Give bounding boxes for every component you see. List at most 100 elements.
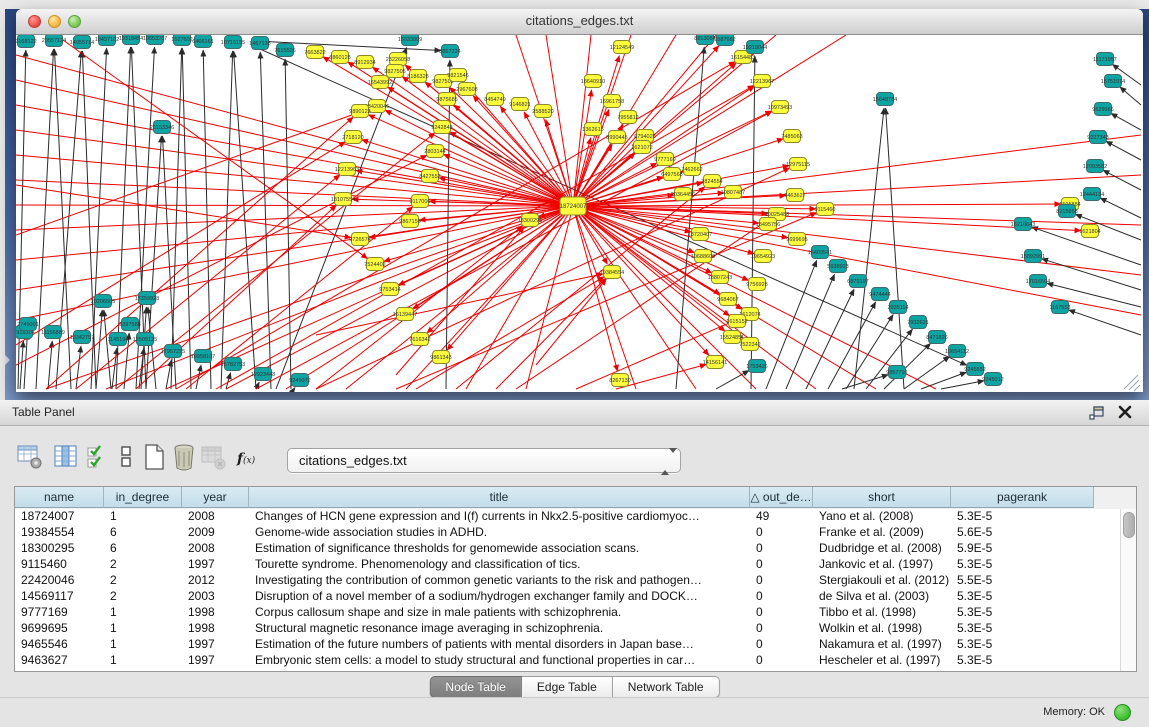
graph-edge[interactable] [1106, 141, 1141, 160]
graph-node[interactable]: 6497568 [661, 168, 682, 181]
table-row[interactable]: 1872400712008Changes of HCN gene express… [15, 509, 1136, 525]
select-all-button[interactable] [84, 442, 112, 472]
citation-graph[interactable]: 1872400776638228860128891293423226058982… [16, 35, 1143, 392]
graph-node[interactable]: 20206505 [91, 295, 115, 308]
graph-edge[interactable] [285, 59, 291, 389]
tab-edge-table[interactable]: Edge Table [522, 676, 613, 698]
graph-node[interactable]: 15751074 [1101, 75, 1125, 88]
table-row[interactable]: 1456911722003Disruption of a novel membe… [15, 589, 1136, 605]
graph-node[interactable]: 2967608 [456, 83, 477, 96]
graph-node[interactable]: 10807487 [721, 186, 745, 199]
graph-node[interactable]: 18807243 [708, 271, 732, 284]
graph-node[interactable]: 10958107 [191, 350, 215, 363]
graph-node[interactable]: 9168122 [16, 35, 37, 48]
graph-edge[interactable] [1111, 113, 1141, 130]
graph-node[interactable]: 8912934 [354, 56, 375, 69]
graph-node[interactable]: 11171957 [1093, 53, 1117, 66]
network-canvas[interactable]: 1872400776638228860128891293423226058982… [16, 35, 1143, 392]
graph-node[interactable]: 20153346 [150, 121, 174, 134]
graph-node[interactable]: 18495756 [756, 218, 780, 231]
graph-node[interactable]: 14055714 [70, 36, 94, 49]
graph-node[interactable]: 10973493 [768, 101, 792, 114]
graph-node[interactable]: 8471826 [926, 331, 947, 344]
graph-edge[interactable] [716, 370, 749, 389]
graph-node[interactable]: 19218044 [743, 41, 767, 54]
table-row[interactable]: 969969511998Structural magnetic resonanc… [15, 621, 1136, 637]
graph-node[interactable]: 12505125 [133, 333, 157, 346]
graph-node[interactable]: 23226058 [386, 53, 410, 66]
graph-edge[interactable] [573, 206, 1141, 275]
graph-node[interactable]: 3824554 [701, 175, 722, 188]
graph-node[interactable]: 16648784 [873, 93, 897, 106]
graph-node[interactable]: 12975115 [786, 158, 810, 171]
graph-edge[interactable] [576, 318, 742, 389]
graph-edge[interactable] [854, 108, 884, 389]
column-header-out_de[interactable]: △ out_de… [750, 487, 813, 508]
graph-node[interactable]: 1615152 [726, 315, 747, 328]
graph-edge[interactable] [616, 364, 706, 389]
graph-edge[interactable] [16, 109, 369, 235]
row-height-button[interactable] [112, 442, 140, 472]
column-header-short[interactable]: short [813, 487, 951, 508]
graph-node[interactable]: 8454749 [484, 93, 505, 106]
graph-node[interactable]: 9242848 [431, 121, 452, 134]
graph-node[interactable]: 9857791 [886, 366, 907, 379]
graph-edge[interactable] [1069, 310, 1141, 335]
graph-node[interactable]: 17359928 [135, 292, 159, 305]
graph-node[interactable]: 12923448 [251, 368, 275, 381]
graph-node[interactable]: 12124549 [610, 41, 634, 54]
graph-node[interactable]: 1145194 [107, 333, 128, 346]
graph-edge[interactable] [496, 278, 606, 389]
tab-node-table[interactable]: Node Table [429, 676, 522, 698]
graph-node[interactable]: 18107554 [331, 193, 355, 206]
new-column-button[interactable] [140, 442, 168, 472]
graph-node[interactable]: 16210643 [1011, 218, 1035, 231]
graph-edge[interactable] [182, 48, 191, 389]
table-row[interactable]: 911546021997Tourette syndrome. Phenomeno… [15, 557, 1136, 573]
close-panel-icon[interactable] [1117, 404, 1133, 420]
scrollbar-thumb[interactable] [1123, 512, 1135, 538]
graph-node[interactable]: 8857224 [439, 45, 460, 58]
table-mode-button[interactable] [16, 442, 44, 472]
graph-node[interactable]: 9867150 [399, 215, 420, 228]
graph-node[interactable]: 20557124 [42, 35, 66, 47]
table-row[interactable]: 1830029562008Estimation of significance … [15, 541, 1136, 557]
delete-table-button[interactable] [200, 442, 228, 472]
graph-node[interactable]: 8860128 [329, 51, 350, 64]
graph-edge[interactable] [76, 346, 81, 389]
graph-node[interactable]: 13342757 [70, 331, 94, 344]
graph-node[interactable]: 9777169 [654, 153, 675, 166]
graph-node[interactable]: 7663822 [304, 46, 325, 59]
graph-node[interactable]: 9245012 [982, 373, 1003, 386]
graph-node[interactable]: 10654112 [945, 345, 969, 358]
table-row[interactable]: 946362711997Embryonic stem cells: a mode… [15, 653, 1136, 669]
graph-node[interactable]: 9827505 [384, 65, 405, 78]
graph-node[interactable]: 7485063 [781, 130, 802, 143]
table-selector-dropdown[interactable]: citations_edges.txt [287, 448, 681, 473]
graph-node[interactable]: 9861343 [430, 351, 451, 364]
graph-node[interactable]: 9875685 [436, 93, 457, 106]
table-row[interactable]: 1938455462009Genome-wide association stu… [15, 525, 1136, 541]
graph-node[interactable]: 7615526 [274, 44, 295, 57]
graph-node[interactable]: 7524402 [364, 258, 385, 271]
graph-node[interactable]: 6879197 [847, 275, 868, 288]
graph-edge[interactable] [842, 375, 888, 389]
graph-edge[interactable] [226, 206, 573, 389]
column-header-name[interactable]: name [15, 487, 104, 508]
graph-node[interactable]: 15892991 [1021, 250, 1045, 263]
graph-node[interactable]: 12093582 [1083, 160, 1107, 173]
graph-node[interactable]: 20364456 [671, 188, 695, 201]
graph-node[interactable]: 10719155 [221, 36, 245, 49]
graph-node[interactable]: 9753414 [379, 283, 400, 296]
network-window-titlebar[interactable]: citations_edges.txt [16, 9, 1143, 35]
graph-node[interactable]: 18437102 [95, 35, 119, 46]
graph-node[interactable]: 1167553 [1049, 301, 1070, 314]
function-builder-button[interactable]: f (x) [234, 442, 262, 472]
graph-edge[interactable] [16, 55, 573, 206]
graph-node[interactable]: 18300295 [518, 214, 542, 227]
graph-node[interactable]: 19384554 [600, 266, 624, 279]
graph-node[interactable]: 18720407 [688, 228, 712, 241]
table-row[interactable]: 2242004622012Investigating the contribut… [15, 573, 1136, 589]
column-header-title[interactable]: title [249, 487, 750, 508]
graph-edge[interactable] [886, 108, 904, 389]
